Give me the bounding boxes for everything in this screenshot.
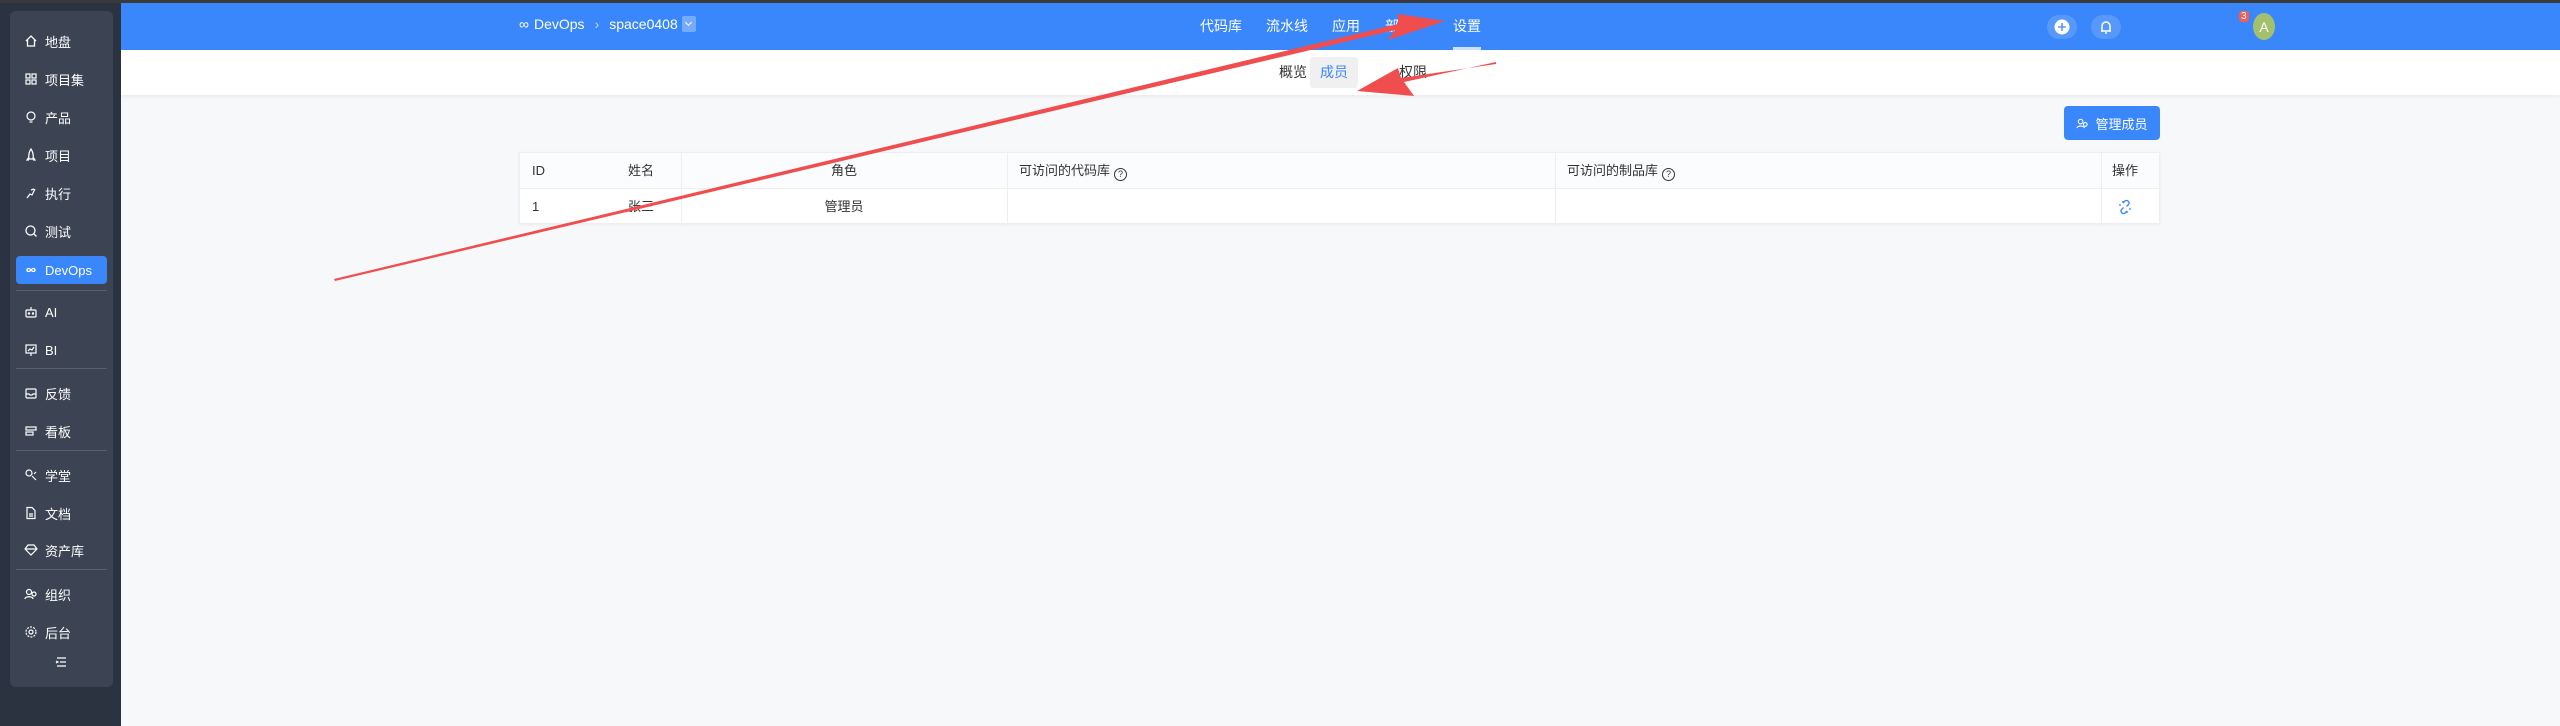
breadcrumb-devops[interactable]: DevOps [534,16,585,32]
column-role: 角色 [830,163,857,178]
sidebar-item-product[interactable]: 产品 [16,103,107,131]
school-icon [25,469,37,481]
table-header-row: ID 姓名 角色 可访问的代码库? 可访问的制品库? 操作 [520,153,2159,189]
add-button[interactable] [2047,15,2077,39]
search-icon [25,225,37,237]
breadcrumb-space[interactable]: space0408 [609,16,678,32]
sidebar-item-kanban[interactable]: 看板 [16,417,107,445]
sidebar-item-docs[interactable]: 文档 [16,499,107,527]
table-row: 1 张三 管理员 [520,189,2159,225]
nav-code-repo[interactable]: 代码库 [1200,3,1242,50]
sidebar-item-execution[interactable]: 执行 [16,179,107,207]
column-id: ID [532,163,545,178]
sidebar-divider [16,569,107,570]
sidebar-item-admin[interactable]: 后台 [16,618,107,646]
sidebar-item-feedback[interactable]: 反馈 [16,379,107,407]
nav-pipeline[interactable]: 流水线 [1266,3,1308,50]
unlink-icon[interactable] [2117,199,2133,215]
infinity-icon: ∞ [519,16,529,32]
help-icon[interactable]: ? [1114,168,1128,181]
sidebar-item-bi[interactable]: BI [16,336,107,364]
chart-board-icon [25,344,37,356]
help-icon[interactable]: ? [1662,168,1676,181]
cell-name: 张三 [628,199,655,214]
lightbulb-icon [26,111,36,123]
kanban-icon [25,426,37,436]
column-repos: 可访问的代码库? [1019,153,1128,189]
document-icon [26,506,36,520]
annotation-arrows [334,14,1496,281]
top-header: ∞ DevOps › space0408 代码库 流水线 应用 部署 设置 3 … [121,3,2560,50]
sidebar-item-devops[interactable]: DevOps [16,256,107,284]
cell-id: 1 [532,199,540,214]
sidebar-panel: 地盘 项目集 产品 项目 执行 测试 DevOps AI BI 反馈 看板 学堂… [10,11,113,687]
infinity-icon [26,267,36,273]
sidebar-divider [16,368,107,369]
members-table: ID 姓名 角色 可访问的代码库? 可访问的制品库? 操作 1 张三 管理员 [519,152,2160,225]
chevron-down-icon[interactable] [681,16,696,32]
sidebar-item-test[interactable]: 测试 [16,217,107,245]
sidebar-item-project[interactable]: 项目 [16,141,107,169]
home-icon [25,35,37,47]
inbox-icon [25,388,37,399]
sidebar-item-school[interactable]: 学堂 [16,461,107,489]
nav-settings[interactable]: 设置 [1453,3,1481,50]
bell-icon [2101,21,2111,34]
sidebar-item-program[interactable]: 项目集 [16,65,107,93]
people-icon [24,588,37,600]
sidebar-item-org[interactable]: 组织 [16,580,107,608]
sidebar-divider [16,450,107,451]
tab-members[interactable]: 成员 [1310,57,1358,88]
rocket-icon [25,148,37,161]
nav-application[interactable]: 应用 [1332,3,1360,50]
column-artifacts: 可访问的制品库? [1567,153,1676,189]
tab-permissions[interactable]: 权限 [1389,57,1437,88]
manage-members-button[interactable]: 管理成员 [2064,106,2160,140]
sidebar-item-ai[interactable]: AI [16,298,107,326]
collapse-icon[interactable] [54,655,68,672]
column-actions: 操作 [2112,163,2139,178]
diamond-icon [24,544,38,556]
sidebar: 地盘 项目集 产品 项目 执行 测试 DevOps AI BI 反馈 看板 学堂… [0,3,121,726]
avatar[interactable]: A [2253,13,2275,40]
sub-navigation: 概览 成员 权限 [121,50,2560,95]
notifications-button[interactable] [2091,15,2121,39]
column-name: 姓名 [628,163,655,178]
cell-role: 管理员 [824,199,864,214]
people-icon [2076,118,2089,128]
robot-icon [25,307,37,318]
sidebar-item-home[interactable]: 地盘 [16,27,107,55]
chevron-right-icon: › [594,16,600,32]
run-icon [26,188,36,199]
notification-badge: 3 [2239,11,2249,22]
breadcrumb: ∞ DevOps › space0408 [519,16,696,32]
gear-icon [25,626,37,638]
sidebar-item-assets[interactable]: 资产库 [16,536,107,564]
plus-circle-icon [2054,19,2070,35]
sidebar-divider [16,290,107,291]
nav-deploy[interactable]: 部署 [1385,3,1413,50]
grid-icon [25,73,37,85]
